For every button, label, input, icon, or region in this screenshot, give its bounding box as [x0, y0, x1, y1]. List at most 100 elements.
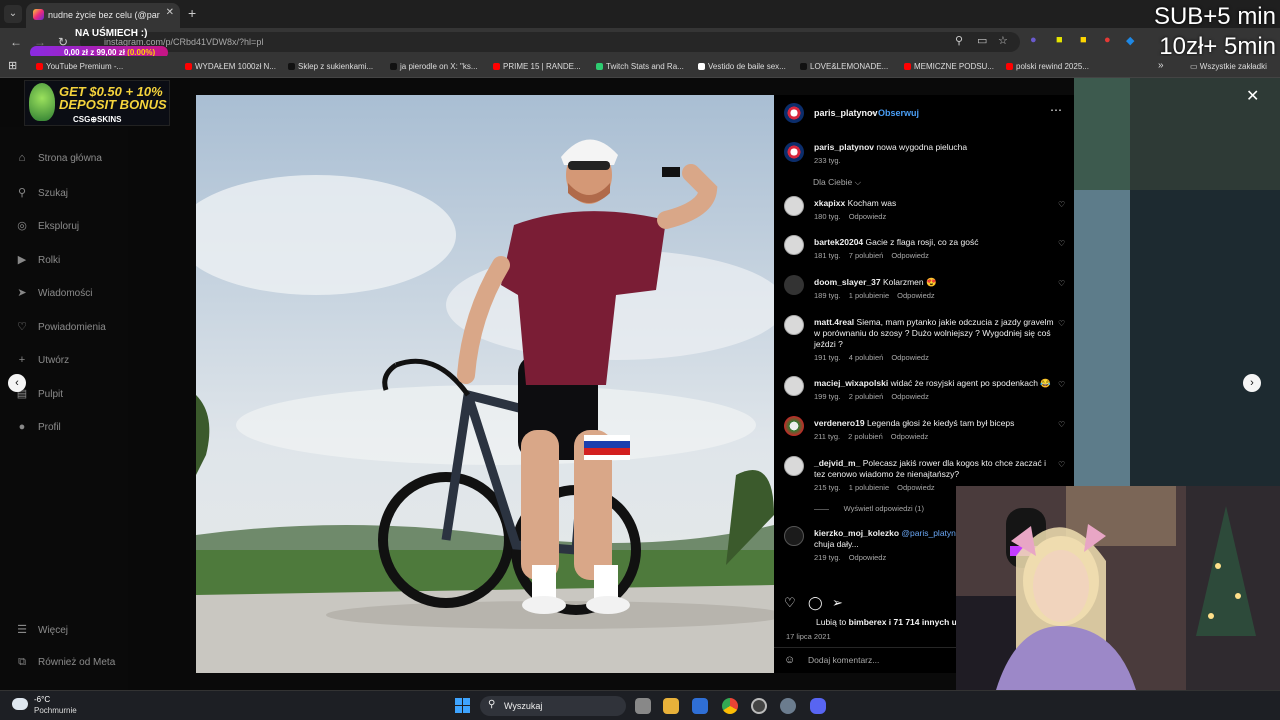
commenter-avatar[interactable]	[784, 416, 804, 436]
reply-button[interactable]: Odpowiedz	[891, 251, 929, 260]
more-options-icon[interactable]: ⋯	[1050, 103, 1062, 117]
author-username[interactable]: paris_platynov	[814, 108, 878, 118]
obs-icon[interactable]	[751, 698, 767, 714]
post-photo[interactable]	[196, 95, 774, 673]
weather-status[interactable]: Pochmurnie	[34, 706, 77, 715]
extension-icon[interactable]: ■	[1056, 34, 1063, 46]
sidebar-item-4[interactable]: ➤ Wiadomości	[15, 286, 92, 299]
comment-like-icon[interactable]: ♡	[1058, 460, 1065, 469]
close-tab-icon[interactable]: ✕	[166, 7, 174, 18]
address-bar[interactable]: instagram.com/p/CRbd41VDW8x/?hl=pl	[80, 32, 1020, 52]
comment-username[interactable]: kierzko_moj_kolezko	[814, 528, 899, 538]
sidebar-item-2[interactable]: ◎ Eksploruj	[15, 219, 79, 232]
bookmark-item[interactable]: LOVE&LEMONADE...	[800, 62, 888, 71]
comment-likes[interactable]: 2 polubień	[848, 432, 883, 441]
bookmark-item[interactable]: PRIME 15 | RANDE...	[493, 62, 581, 71]
zoom-icon[interactable]: ⚲	[955, 34, 963, 47]
bookmarks-overflow-icon[interactable]: »	[1158, 60, 1164, 71]
discord-icon[interactable]	[810, 698, 826, 714]
comment-like-icon[interactable]: ♡	[1058, 200, 1065, 209]
comment-username[interactable]: verdenero19	[814, 418, 865, 428]
settings-icon[interactable]	[780, 698, 796, 714]
comment-likes[interactable]: 1 polubienie	[849, 483, 889, 492]
casino-ad-banner[interactable]: GET $0.50 + 10% DEPOSIT BONUS CSG⊕SKINS	[24, 80, 170, 126]
sidebar-item-more[interactable]: ☰ Więcej	[15, 623, 68, 636]
commenter-avatar[interactable]	[784, 456, 804, 476]
all-bookmarks[interactable]: ▭ Wszystkie zakładki	[1190, 62, 1267, 71]
comment-username[interactable]: _dejvid_m_	[814, 458, 860, 468]
sidebar-item-8[interactable]: ● Profil	[15, 421, 61, 433]
commenter-avatar[interactable]	[784, 315, 804, 335]
sidebar-item-3[interactable]: ▶ Rolki	[15, 253, 60, 266]
comment-like-icon[interactable]: ♡	[1058, 239, 1065, 248]
extension-icon[interactable]: ■	[1080, 34, 1087, 46]
next-post-arrow-icon[interactable]: ›	[1243, 374, 1261, 392]
cast-icon[interactable]: ▭	[977, 34, 987, 47]
file-explorer-icon[interactable]	[663, 698, 679, 714]
reply-button[interactable]: Odpowiedz	[897, 291, 935, 300]
add-comment-input[interactable]: Dodaj komentarz...	[808, 655, 879, 665]
reply-button[interactable]: Odpowiedz	[891, 353, 929, 362]
comment-username[interactable]: doom_slayer_37	[814, 277, 881, 287]
comment-sort-dropdown[interactable]: Dla Ciebie ⌵	[813, 177, 861, 188]
close-post-icon[interactable]: ✕	[1246, 86, 1259, 106]
tab-search-button[interactable]: ⌄	[4, 5, 22, 23]
comment-username[interactable]: maciej_wixapolski	[814, 378, 888, 388]
bookmark-item[interactable]: polski rewind 2025...	[1006, 62, 1089, 71]
sidebar-item-1[interactable]: ⚲ Szukaj	[15, 186, 68, 199]
reply-button[interactable]: Odpowiedz	[891, 392, 929, 401]
weather-temp[interactable]: -6°C	[34, 695, 50, 704]
chrome-icon[interactable]	[722, 698, 738, 714]
sidebar-item-6[interactable]: + Utwórz	[15, 354, 69, 366]
author-avatar[interactable]	[784, 103, 804, 123]
sidebar-item-5[interactable]: ♡ Powiadomienia	[15, 320, 106, 333]
comment-likes[interactable]: 1 polubienie	[849, 291, 889, 300]
bookmark-item[interactable]: Sklep z sukienkami...	[288, 62, 373, 71]
bookmark-item[interactable]: MEMICZNE PODSU...	[904, 62, 994, 71]
caption-avatar[interactable]	[784, 142, 804, 162]
start-button[interactable]	[455, 698, 470, 713]
comment-like-icon[interactable]: ♡	[1058, 319, 1065, 328]
comment-like-icon[interactable]: ♡	[1058, 420, 1065, 429]
extension-icon[interactable]: ◆	[1126, 34, 1134, 47]
comment-like-icon[interactable]: ♡	[1058, 380, 1065, 389]
comment-username[interactable]: matt.4real	[814, 317, 854, 327]
share-icon[interactable]: ➢	[832, 595, 843, 611]
view-replies-link[interactable]: —— Wyświetl odpowiedzi (1)	[814, 504, 924, 513]
extension-icon[interactable]: ●	[1030, 34, 1037, 46]
prev-post-arrow-icon[interactable]: ‹	[8, 374, 26, 392]
likes-user[interactable]: bimberex	[849, 617, 887, 627]
reply-button[interactable]: Odpowiedz	[849, 212, 887, 221]
bookmark-item[interactable]: WYDAŁEM 1000zł N...	[185, 62, 276, 71]
comment-username[interactable]: bartek20204	[814, 237, 863, 247]
reply-button[interactable]: Odpowiedz	[897, 483, 935, 492]
commenter-avatar[interactable]	[784, 526, 804, 546]
back-icon[interactable]: ←	[10, 35, 22, 49]
commenter-avatar[interactable]	[784, 196, 804, 216]
bookmark-item[interactable]: Twitch Stats and Ra...	[596, 62, 684, 71]
reply-button[interactable]: Odpowiedz	[891, 432, 929, 441]
commenter-avatar[interactable]	[784, 376, 804, 396]
taskbar-search[interactable]: ⚲ Wyszukaj	[480, 696, 626, 716]
comment-icon[interactable]: ◯	[808, 595, 823, 611]
comment-like-icon[interactable]: ♡	[1058, 279, 1065, 288]
comment-likes[interactable]: 7 polubień	[849, 251, 884, 260]
extension-icon[interactable]: ●	[1104, 34, 1111, 46]
comment-likes[interactable]: 2 polubień	[849, 392, 884, 401]
bookmark-item[interactable]: Vestido de baile sex...	[698, 62, 786, 71]
sidebar-item-0[interactable]: ⌂ Strona główna	[15, 152, 102, 164]
reply-button[interactable]: Odpowiedz	[849, 553, 887, 562]
apps-grid-icon[interactable]: ⊞	[8, 59, 17, 72]
bookmark-item[interactable]: ja pierodle on X: "ks...	[390, 62, 478, 71]
task-view-icon[interactable]	[635, 698, 651, 714]
caption-author[interactable]: paris_platynov	[814, 142, 874, 152]
emoji-icon[interactable]: ☺	[784, 654, 795, 666]
bookmark-item[interactable]: YouTube Premium -...	[36, 62, 123, 71]
comment-username[interactable]: xkapixx	[814, 198, 845, 208]
commenter-avatar[interactable]	[784, 275, 804, 295]
bookmark-star-icon[interactable]: ☆	[998, 34, 1008, 47]
commenter-avatar[interactable]	[784, 235, 804, 255]
follow-button[interactable]: Obserwuj	[878, 108, 919, 118]
new-tab-button[interactable]: +	[188, 5, 196, 21]
tab-instagram[interactable]: nudne życie bez celu (@paris_platynov) ✕	[26, 3, 180, 28]
